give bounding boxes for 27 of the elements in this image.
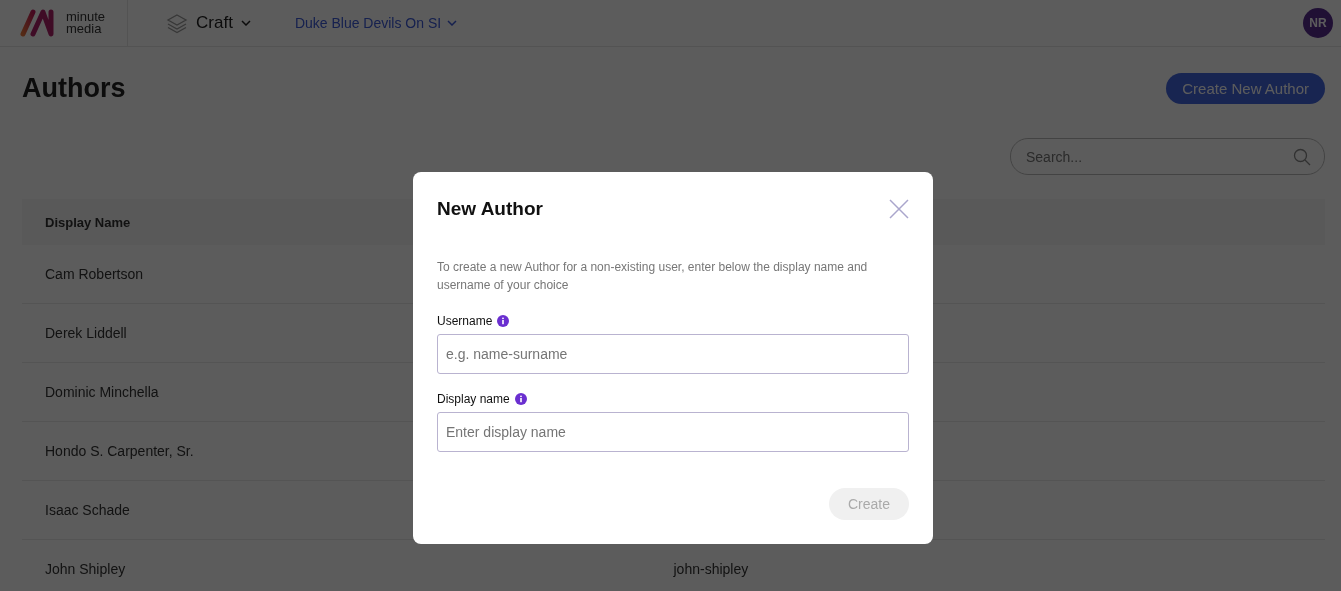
- page-title: Authors: [22, 73, 126, 104]
- table-cell: Derek Liddell: [45, 325, 127, 341]
- dialog-description: To create a new Author for a non-existing user, enter below the display name and username of your choice: [437, 259, 869, 294]
- column-header: Display Name: [45, 214, 131, 230]
- user-avatar[interactable]: NR: [1303, 8, 1333, 38]
- table-cell: Dominic Minchella: [45, 384, 159, 400]
- input-field[interactable]: Enter display name: [437, 412, 909, 452]
- table-cell: Cam Robertson: [45, 266, 144, 282]
- info-icon[interactable]: [514, 393, 527, 405]
- field-label: Username: [437, 314, 493, 328]
- dialog-title: New Author: [437, 198, 543, 220]
- input-field[interactable]: e.g. name-surname: [437, 334, 909, 374]
- site-switcher[interactable]: Duke Blue Devils On SI: [294, 15, 458, 31]
- table-cell: John Shipley: [45, 561, 126, 577]
- search-icon: [1293, 148, 1311, 166]
- info-icon[interactable]: [497, 315, 510, 327]
- logo-text: minute media: [66, 11, 106, 35]
- field-label: Display name: [437, 392, 510, 406]
- close-icon: [889, 199, 909, 219]
- create-author-button[interactable]: Create New Author: [1166, 73, 1325, 104]
- table-cell: Hondo S. Carpenter, Sr.: [45, 443, 194, 459]
- caret-icon: [240, 20, 251, 26]
- caret-icon: [447, 20, 458, 26]
- layers-icon: [166, 12, 189, 34]
- product-switcher[interactable]: Craft: [166, 12, 251, 34]
- table-cell: Isaac Schade: [45, 502, 130, 518]
- table-cell: john-shipley: [673, 561, 749, 577]
